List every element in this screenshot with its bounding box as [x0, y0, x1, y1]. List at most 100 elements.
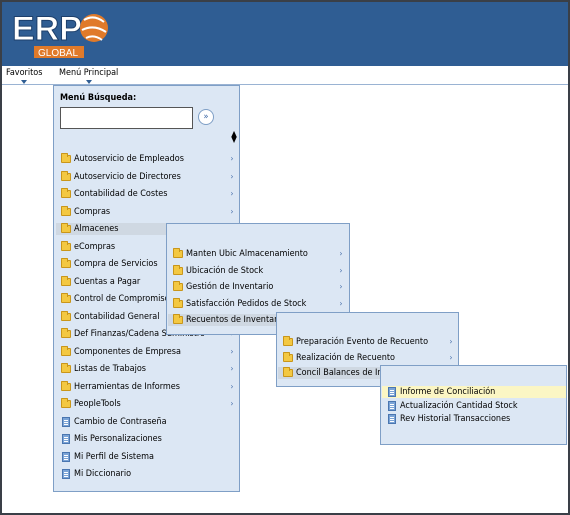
folder-icon — [61, 380, 71, 391]
menu-item-label: Control de Compromisos — [74, 294, 174, 304]
chevron-right-icon: › — [230, 189, 234, 198]
menu-item-actualizacion-cantidad-stock[interactable]: Actualización Cantidad Stock — [382, 400, 566, 412]
menu-item-label: Realización de Recuento — [296, 352, 395, 363]
menu-item-ubicacion-de-stock[interactable]: Ubicación de Stock › — [168, 264, 348, 277]
menu-principal-label: Menú Principal — [59, 68, 119, 78]
menu-item-satisfaccion-pedidos-de-stock[interactable]: Satisfacción Pedidos de Stock › — [168, 297, 348, 310]
menu-item-preparacion-evento-de-recuento[interactable]: Preparación Evento de Recuento › — [278, 336, 458, 348]
folder-icon — [61, 398, 71, 408]
folder-icon — [61, 153, 71, 163]
menu-item-label: Autoservicio de Directores — [74, 171, 181, 182]
chevron-right-icon: › — [449, 337, 453, 346]
menu-item-label: Recuentos de Inventario — [186, 315, 285, 325]
document-icon — [62, 469, 70, 479]
menu-item-label: Manten Ubic Almacenamiento — [186, 249, 308, 259]
chevron-right-icon: › — [230, 171, 234, 181]
menu-item-peopletools[interactable]: PeopleTools › — [56, 398, 239, 410]
menu-item-cambio-de-contrasena[interactable]: Cambio de Contraseña — [56, 416, 239, 428]
folder-icon — [283, 351, 293, 362]
document-icon — [62, 416, 70, 427]
logo-subtext: GLOBAL — [38, 48, 78, 59]
folder-icon — [61, 258, 71, 268]
menu-item-mis-personalizaciones[interactable]: Mis Personalizaciones — [56, 433, 239, 445]
menu-item-label: eCompras — [74, 241, 116, 252]
folder-icon — [61, 188, 71, 198]
chevron-right-icon: › — [339, 265, 343, 275]
favoritos-menu[interactable]: Favoritos — [6, 68, 43, 84]
menu-item-label: Contabilidad General — [74, 311, 160, 322]
folder-icon — [61, 170, 71, 181]
chevron-right-icon: › — [230, 154, 234, 163]
search-title: Menú Búsqueda: — [60, 93, 137, 103]
folder-icon — [283, 336, 293, 346]
chevron-right-icon: › — [339, 298, 343, 308]
menu-principal-menu[interactable]: Menú Principal — [59, 68, 119, 84]
document-icon — [388, 387, 396, 397]
menu-item-label: Gestión de Inventario — [186, 282, 274, 292]
folder-icon — [61, 275, 71, 286]
menu-item-label: Almacenes — [74, 224, 119, 234]
menu-item-label: Compras — [74, 206, 111, 217]
document-icon — [62, 451, 70, 462]
menu-item-label: PeopleTools — [74, 399, 121, 409]
menu-item-contabilidad-de-costes[interactable]: Contabilidad de Costes › — [56, 188, 239, 200]
folder-icon — [61, 310, 71, 321]
menu-item-label: Autoservicio de Empleados — [74, 154, 184, 164]
menu-item-label: Satisfacción Pedidos de Stock — [186, 298, 307, 309]
menu-item-label: Informe de Conciliación — [400, 387, 496, 397]
menu-item-label: Mi Perfil de Sistema — [74, 451, 154, 462]
folder-icon — [61, 240, 71, 251]
menu-item-label: Listas de Trabajos — [74, 364, 147, 374]
chevron-right-icon: › — [230, 399, 234, 408]
search-go-icon[interactable]: » — [198, 109, 214, 125]
menu-item-label: Cuentas a Pagar — [74, 276, 141, 287]
menu-item-gestion-de-inventario[interactable]: Gestión de Inventario › — [168, 281, 348, 293]
chevron-right-icon: › — [230, 206, 234, 216]
menu-item-herramientas-de-informes[interactable]: Herramientas de Informes › — [56, 380, 239, 393]
menu-item-label: Mis Personalizaciones — [74, 434, 162, 444]
menu-item-label: Mi Diccionario — [74, 469, 132, 479]
menu-item-autoservicio-de-empleados[interactable]: Autoservicio de Empleados › — [56, 153, 239, 165]
app-header: ERP GLOBAL — [2, 2, 568, 66]
menu-item-informe-de-conciliacion[interactable]: Informe de Conciliación — [382, 386, 566, 398]
chevron-right-icon: › — [230, 381, 234, 391]
chevron-right-icon: › — [230, 346, 234, 356]
folder-icon — [283, 367, 293, 377]
logo-text: ERP — [12, 10, 82, 48]
folder-icon — [61, 223, 71, 233]
menu-item-label: Componentes de Empresa — [74, 346, 181, 357]
menu-item-label: Compra de Servicios — [74, 259, 158, 269]
menu-item-label: Actualización Cantidad Stock — [400, 400, 518, 411]
menu-item-listas-de-trabajos[interactable]: Listas de Trabajos › — [56, 363, 239, 375]
menu-item-mi-diccionario[interactable]: Mi Diccionario — [56, 468, 239, 480]
document-icon — [388, 400, 396, 411]
sort-icon[interactable]: ▲ ▼ — [230, 130, 238, 144]
chevron-right-icon: › — [230, 364, 234, 373]
folder-icon — [61, 205, 71, 216]
folder-icon — [173, 314, 183, 324]
menu-item-compras[interactable]: Compras › — [56, 205, 239, 218]
menu-item-label: Preparación Evento de Recuento — [296, 337, 429, 347]
favoritos-label: Favoritos — [6, 68, 43, 78]
menu-item-manten-ubic-almacenamiento[interactable]: Manten Ubic Almacenamiento › — [168, 248, 348, 260]
folder-icon — [173, 297, 183, 308]
top-navigation-bar: Favoritos Menú Principal — [2, 66, 568, 84]
menu-item-autoservicio-de-directores[interactable]: Autoservicio de Directores › — [56, 170, 239, 183]
menu-item-realizacion-de-recuento[interactable]: Realización de Recuento › — [278, 351, 458, 364]
search-input[interactable] — [60, 107, 193, 129]
menu-item-rev-historial-transacciones[interactable]: Rev Historial Transacciones — [382, 413, 566, 425]
folder-icon — [61, 328, 71, 338]
erp-global-logo[interactable]: ERP GLOBAL — [8, 4, 118, 62]
folder-icon — [61, 293, 71, 303]
menu-item-label: Cambio de Contraseña — [74, 416, 167, 427]
menu-item-label: Herramientas de Informes — [74, 381, 180, 392]
menu-item-label: Contabilidad de Costes — [74, 189, 168, 199]
folder-icon — [173, 281, 183, 291]
chevron-right-icon: › — [339, 249, 343, 258]
menu-item-mi-perfil-de-sistema[interactable]: Mi Perfil de Sistema — [56, 451, 239, 463]
folder-icon — [173, 248, 183, 258]
menu-item-componentes-de-empresa[interactable]: Componentes de Empresa › — [56, 345, 239, 358]
folder-icon — [61, 363, 71, 373]
document-icon — [62, 434, 70, 444]
folder-icon — [173, 264, 183, 275]
